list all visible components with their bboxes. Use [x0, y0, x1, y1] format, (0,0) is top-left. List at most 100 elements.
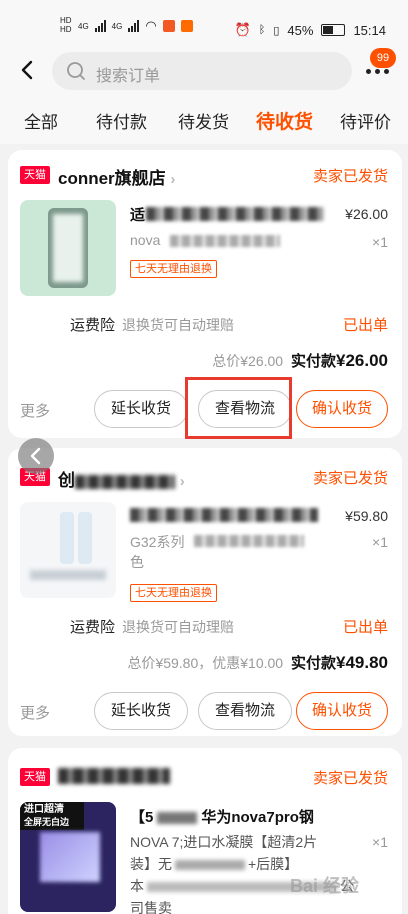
search-icon	[67, 62, 85, 80]
title-mid: 华为nova7pro钢	[201, 809, 314, 826]
product-qty: ×1	[372, 534, 388, 550]
order-totals: 总价¥59.80，优惠¥10.00 实付款¥49.80	[127, 653, 388, 672]
product-title-blurred[interactable]	[130, 508, 318, 522]
product-title-blurred[interactable]	[146, 207, 324, 221]
search-bar[interactable]: 搜索订单	[52, 52, 352, 90]
order-status: 卖家已发货	[312, 470, 388, 487]
shop-name-blurred[interactable]	[58, 768, 170, 784]
wifi-icon: ◠	[145, 18, 157, 33]
tab-pending-review[interactable]: 待评价	[340, 108, 391, 133]
paid-value: ¥49.80	[336, 653, 388, 672]
watermark: Bai 经验	[290, 876, 360, 896]
tmall-tag: 天猫	[20, 166, 50, 184]
product-desc-line5: 司售卖	[130, 900, 172, 914]
product-title-line1[interactable]: 【5 华为nova7pro钢	[130, 806, 314, 827]
more-link[interactable]: 更多	[20, 400, 50, 421]
discount-value: ¥10.00	[240, 655, 284, 671]
extend-receipt-button[interactable]: 延长收货	[94, 390, 188, 428]
line3-blurred	[175, 860, 245, 871]
freight-insurance-status: 已出单	[342, 317, 388, 334]
network-type-1: 4G	[78, 21, 89, 31]
product-sku-prefix: G32系列	[130, 534, 185, 550]
confirm-receipt-button[interactable]: 确认收货	[296, 692, 388, 730]
paid-label: 实付款	[290, 353, 336, 370]
confirm-receipt-button[interactable]: 确认收货	[296, 390, 388, 428]
tab-all[interactable]: 全部	[24, 108, 58, 133]
line4-a: 本	[130, 878, 144, 894]
product-sku-line2: 色	[130, 554, 144, 570]
product-thumbnail[interactable]	[20, 502, 116, 598]
dot-icon	[375, 69, 380, 74]
chevron-right-icon: ›	[179, 473, 185, 490]
tab-pending-receipt[interactable]: 待收货	[256, 107, 313, 134]
title-prefix: 【5	[130, 809, 154, 826]
tab-pending-payment[interactable]: 待付款	[96, 108, 147, 133]
product-image-caption	[30, 570, 106, 580]
floating-back-button[interactable]	[18, 438, 54, 474]
order-status: 卖家已发货	[312, 168, 388, 185]
line3-b: +后膜】	[248, 856, 299, 872]
status-bar: HD HD 4G 4G ◠ ⏰ ᛒ ▯ 45% 15:14	[0, 0, 408, 44]
order-status: 卖家已发货	[312, 770, 388, 787]
paid-value: ¥26.00	[336, 351, 388, 370]
message-badge: 99	[370, 48, 396, 68]
product-image	[78, 512, 92, 564]
extend-receipt-button[interactable]: 延长收货	[94, 692, 188, 730]
product-sku-blurred	[170, 235, 280, 247]
product-image	[40, 832, 100, 882]
tmall-tag: 天猫	[20, 768, 50, 786]
more-link[interactable]: 更多	[20, 702, 50, 723]
title-blurred	[157, 812, 198, 825]
discount-label: 优惠	[212, 655, 241, 671]
shop-name-text: 创	[58, 471, 75, 490]
total-value: ¥26.00	[240, 353, 284, 369]
dot-icon	[366, 69, 371, 74]
chevron-left-icon	[30, 447, 41, 465]
product-thumbnail[interactable]: 进口超清 全屏无白边	[20, 802, 116, 912]
hd-label-1: HD	[60, 16, 72, 25]
product-desc-line2: NOVA 7;进口水凝膜【超清2片	[130, 834, 318, 850]
battery-icon	[321, 24, 346, 36]
freight-insurance-label: 运费险	[70, 317, 116, 334]
product-title-prefix[interactable]: 适	[130, 204, 145, 225]
product-image-label: 进口超清 全屏无白边	[20, 802, 84, 830]
product-price: ¥59.80	[345, 508, 388, 524]
chevron-right-icon: ›	[170, 171, 176, 188]
alarm-icon: ⏰	[234, 22, 251, 37]
shop-name-text: conner旗舰店	[58, 169, 166, 188]
vibrate-icon: ▯	[273, 24, 280, 37]
network-type-2: 4G	[111, 21, 123, 31]
product-thumbnail[interactable]	[20, 200, 116, 296]
chevron-left-icon	[21, 60, 33, 80]
freight-insurance-label: 运费险	[70, 619, 116, 636]
thumb-text-2: 全屏无白边	[24, 817, 70, 827]
battery-percent: 45%	[287, 22, 314, 38]
hd-indicator: HD HD	[60, 16, 72, 34]
search-placeholder: 搜索订单	[96, 68, 161, 85]
hd-label-2: HD	[60, 25, 72, 34]
shop-name[interactable]: 创 ›	[58, 466, 185, 491]
order-totals: 总价¥26.00 实付款¥26.00	[212, 350, 388, 371]
clock: 15:14	[353, 22, 386, 38]
shop-name-blurred	[75, 474, 175, 489]
total-value: ¥59.80	[155, 655, 199, 671]
line3-a: 装】无	[130, 856, 172, 872]
product-image	[48, 208, 88, 288]
freight-insurance-desc: 退换货可自动理赔	[122, 619, 234, 635]
product-price: ¥26.00	[345, 206, 388, 222]
seven-day-return-tag: 七天无理由退换	[130, 584, 217, 602]
dot-icon	[384, 69, 389, 74]
product-sku-blurred	[194, 535, 304, 547]
total-label: 总价	[127, 655, 156, 671]
back-button[interactable]	[14, 56, 42, 84]
shop-name[interactable]: conner旗舰店 ›	[58, 164, 175, 189]
view-logistics-button[interactable]: 查看物流	[198, 692, 292, 730]
tab-pending-shipment[interactable]: 待发货	[178, 108, 229, 133]
product-image	[60, 512, 74, 564]
order-tabs: 全部 待付款 待发货 待收货 待评价	[0, 98, 408, 144]
thumb-text-1: 进口超清	[24, 804, 64, 815]
product-qty: ×1	[372, 834, 388, 850]
signal-icon-2	[128, 20, 140, 32]
seven-day-return-tag: 七天无理由退换	[130, 260, 217, 278]
order-card: 天猫 创 › 卖家已发货 ¥59.80 G32系列 ×1 色 七天无理由退换 运…	[8, 448, 402, 736]
